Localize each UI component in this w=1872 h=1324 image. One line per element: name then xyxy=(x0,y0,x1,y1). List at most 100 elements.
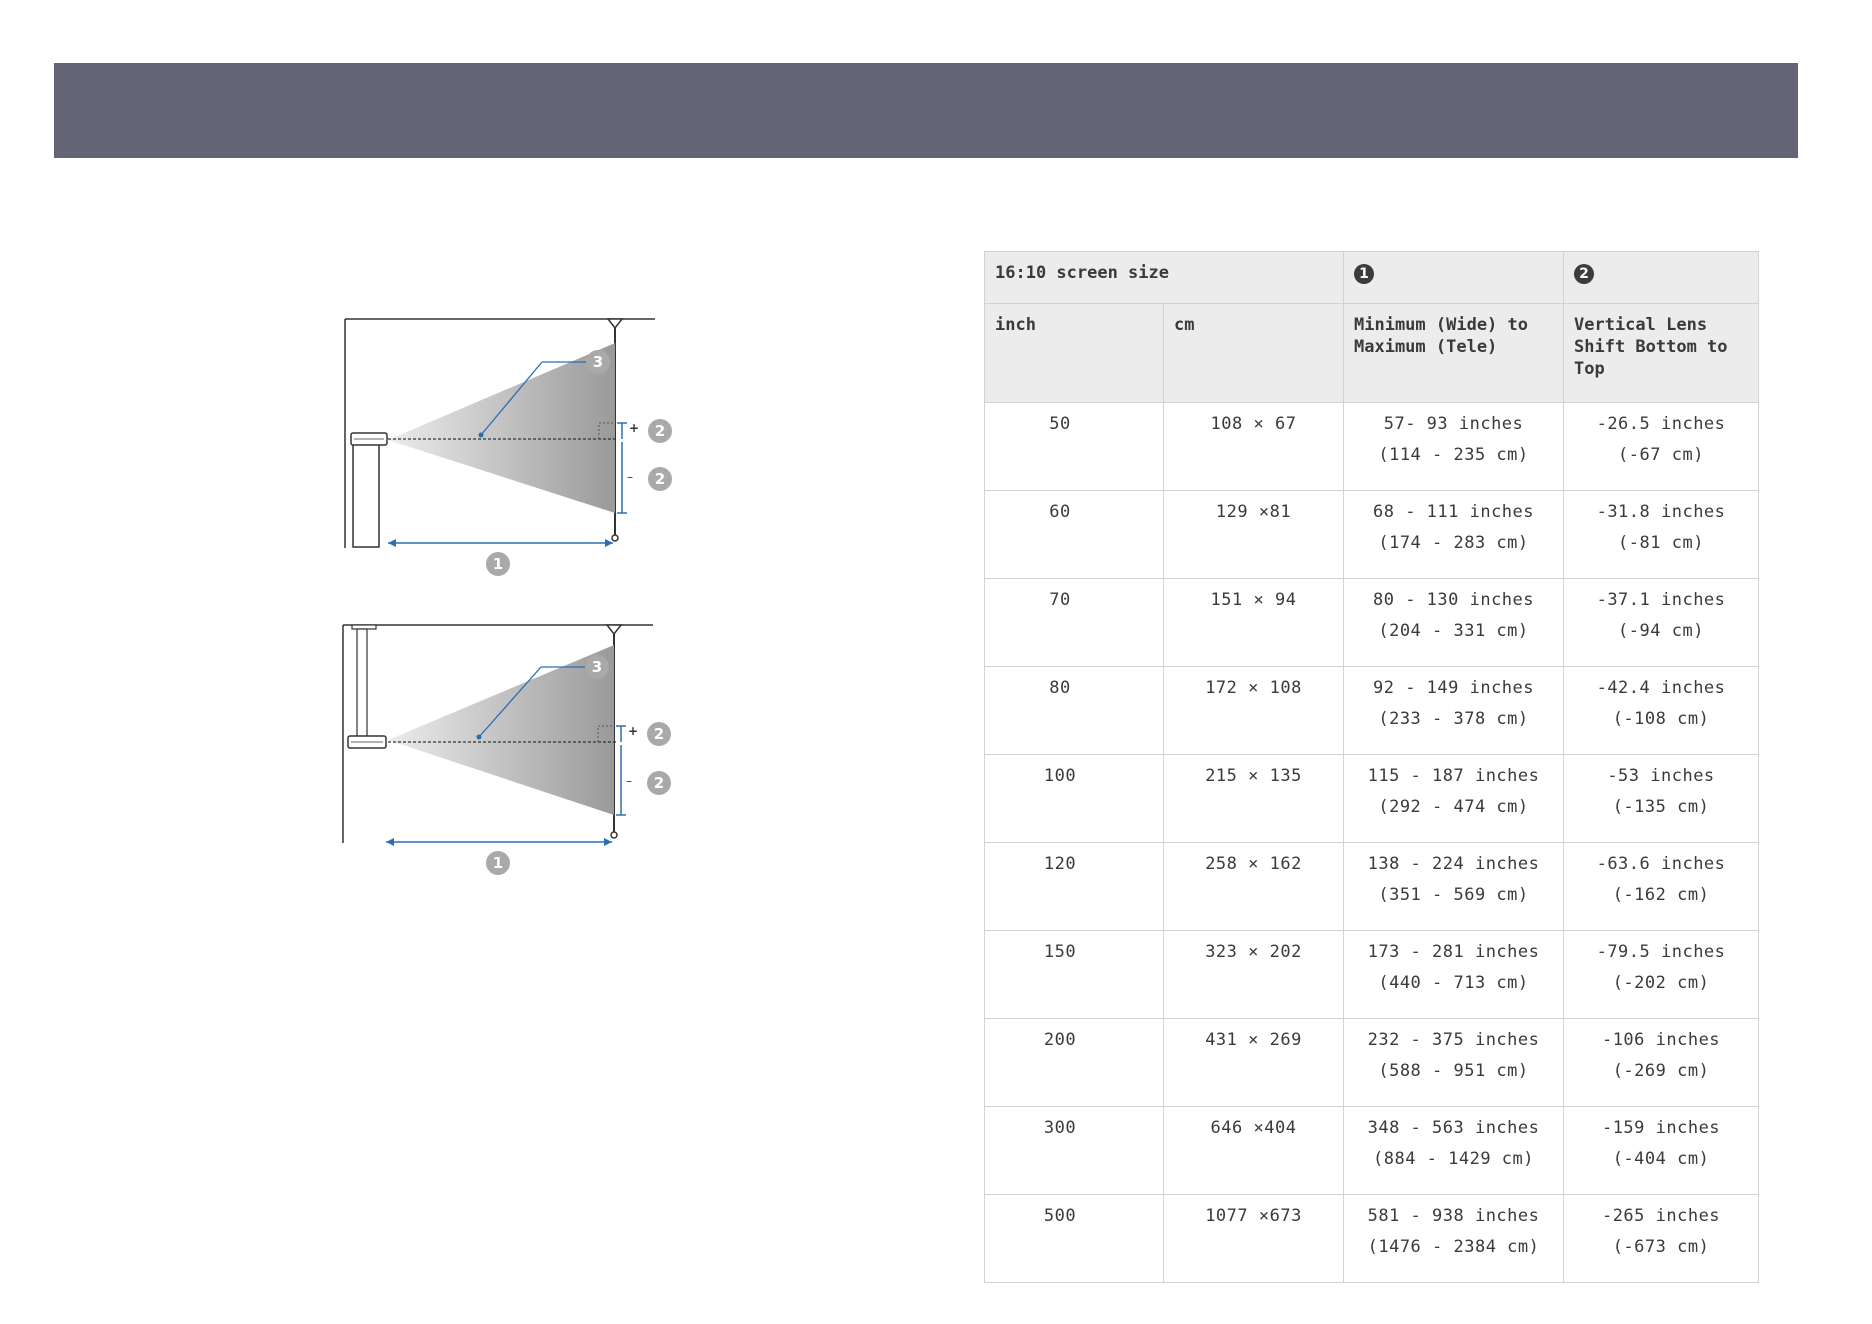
distance-range-cell: 232 - 375 inches (588 - 951 cm) xyxy=(1343,1018,1564,1107)
svg-text:3: 3 xyxy=(592,658,602,676)
inch-cell: 200 xyxy=(984,1018,1164,1107)
lens-shift-cell: -63.6 inches (-162 cm) xyxy=(1563,842,1759,931)
table-row: 100 215 × 135 115 - 187 inches (292 - 474 c… xyxy=(984,754,1759,843)
distance-range-cell: 348 - 563 inches (884 - 1429 cm) xyxy=(1343,1106,1564,1195)
range-cm-value: (204 - 331 cm) xyxy=(1378,621,1529,641)
shift-cm-value: (-673 cm) xyxy=(1612,1237,1710,1257)
range-cm-value: (588 - 951 cm) xyxy=(1378,1061,1529,1081)
table-row: 200 431 × 269 232 - 375 inches (588 - 951 c… xyxy=(984,1018,1759,1107)
inch-cell: 100 xyxy=(984,754,1164,843)
minus-sign: – xyxy=(627,470,633,484)
inch-value: 120 xyxy=(1043,854,1077,874)
inch-value: 50 xyxy=(1049,414,1071,434)
projection-beam xyxy=(388,645,614,815)
table-row: 120 258 × 162 138 - 224 inches (351 - 569 c… xyxy=(984,842,1759,931)
svg-text:2: 2 xyxy=(655,422,665,440)
distance-range-cell: 138 - 224 inches (351 - 569 cm) xyxy=(1343,842,1564,931)
inch-column-header: inch xyxy=(984,303,1164,403)
callout-2-icon: 2 xyxy=(647,722,671,746)
cm-value: 431 × 269 xyxy=(1205,1030,1302,1050)
inch-value: 200 xyxy=(1043,1030,1077,1050)
range-cm-value: (1476 - 2384 cm) xyxy=(1367,1237,1540,1257)
lens-shift-cell: -31.8 inches (-81 cm) xyxy=(1563,490,1759,579)
cm-value: 215 × 135 xyxy=(1205,766,1302,786)
shift-inches-value: -159 inches xyxy=(1601,1118,1721,1138)
range-cm-value: (233 - 378 cm) xyxy=(1378,709,1529,729)
shift-cm-value: (-269 cm) xyxy=(1612,1061,1710,1081)
floor-projection-diagram: + – 3 2 2 1 xyxy=(344,318,672,576)
screen-hanger xyxy=(605,624,623,636)
cm-cell: 172 × 108 xyxy=(1163,666,1344,755)
minus-sign: – xyxy=(626,774,632,788)
range-inches-value: 57- 93 inches xyxy=(1383,414,1524,434)
inch-cell: 120 xyxy=(984,842,1164,931)
screen-bottom-knob xyxy=(610,831,618,839)
lens-shift-cell: -42.4 inches (-108 cm) xyxy=(1563,666,1759,755)
cm-cell: 151 × 94 xyxy=(1163,578,1344,667)
table-row: 150 323 × 202 173 - 281 inches (440 - 713 c… xyxy=(984,930,1759,1019)
inch-cell: 500 xyxy=(984,1194,1164,1283)
inch-value: 60 xyxy=(1049,502,1071,522)
inch-value: 150 xyxy=(1043,942,1077,962)
shift-inches-value: -79.5 inches xyxy=(1596,942,1726,962)
inch-value: 300 xyxy=(1043,1118,1077,1138)
range-inches-value: 115 - 187 inches xyxy=(1367,766,1540,786)
shift-inches-value: -31.8 inches xyxy=(1596,502,1726,522)
cm-cell: 258 × 162 xyxy=(1163,842,1344,931)
shift-inches-value: -53 inches xyxy=(1607,766,1715,786)
screen-size-table: 16:10 screen size 1 2 inch cm Minimum (W… xyxy=(984,251,1759,1283)
cm-cell: 215 × 135 xyxy=(1163,754,1344,843)
distance-range-cell: 92 - 149 inches (233 - 378 cm) xyxy=(1343,666,1564,755)
shift-cm-value: (-162 cm) xyxy=(1612,885,1710,905)
distance-range-cell: 115 - 187 inches (292 - 474 cm) xyxy=(1343,754,1564,843)
callout-2-icon: 2 xyxy=(648,419,672,443)
svg-text:2: 2 xyxy=(654,774,664,792)
shift-inches-value: -42.4 inches xyxy=(1596,678,1726,698)
svg-text:1: 1 xyxy=(493,854,503,872)
shift-inches-value: -26.5 inches xyxy=(1596,414,1726,434)
shift-cm-value: (-404 cm) xyxy=(1612,1149,1710,1169)
distance-range-cell: 80 - 130 inches (204 - 331 cm) xyxy=(1343,578,1564,667)
cm-value: 258 × 162 xyxy=(1205,854,1302,874)
range-inches-value: 92 - 149 inches xyxy=(1372,678,1535,698)
cm-cell: 1077 ×673 xyxy=(1163,1194,1344,1283)
table-row: 50 108 × 67 57- 93 inches (114 - 235 cm) -26… xyxy=(984,402,1759,491)
inch-cell: 150 xyxy=(984,930,1164,1019)
callout-3-icon: 3 xyxy=(585,655,609,679)
svg-text:3: 3 xyxy=(593,353,603,371)
lens-shift-cell: -106 inches (-269 cm) xyxy=(1563,1018,1759,1107)
table-row: 70 151 × 94 80 - 130 inches (204 - 331 cm) -… xyxy=(984,578,1759,667)
inch-value: 500 xyxy=(1043,1206,1077,1226)
screen-bottom-knob xyxy=(611,534,619,542)
inch-value: 80 xyxy=(1049,678,1071,698)
screen-size-header: 16:10 screen size xyxy=(984,251,1344,304)
svg-text:2: 2 xyxy=(655,470,665,488)
table-header-row-1: 16:10 screen size 1 2 xyxy=(984,251,1759,304)
shift-inches-value: -63.6 inches xyxy=(1596,854,1726,874)
table-row: 80 172 × 108 92 - 149 inches (233 - 378 cm)… xyxy=(984,666,1759,755)
range-cm-value: (292 - 474 cm) xyxy=(1378,797,1529,817)
lens-shift-cell: -26.5 inches (-67 cm) xyxy=(1563,402,1759,491)
cm-value: 172 × 108 xyxy=(1205,678,1302,698)
callout-1-icon: 1 xyxy=(1354,264,1374,284)
lens-shift-column-header: Vertical Lens Shift Bottom to Top xyxy=(1563,303,1759,403)
cm-cell: 431 × 269 xyxy=(1163,1018,1344,1107)
range-inches-value: 138 - 224 inches xyxy=(1367,854,1540,874)
table-row: 300 646 ×404 348 - 563 inches (884 - 1429 c… xyxy=(984,1106,1759,1195)
inch-cell: 60 xyxy=(984,490,1164,579)
lens-shift-cell: -159 inches (-404 cm) xyxy=(1563,1106,1759,1195)
range-inches-value: 581 - 938 inches xyxy=(1367,1206,1540,1226)
plus-sign: + xyxy=(629,421,639,435)
distance-range-column-header: Minimum (Wide) to Maximum (Tele) xyxy=(1343,303,1564,403)
shift-inches-value: -106 inches xyxy=(1601,1030,1721,1050)
range-cm-value: (884 - 1429 cm) xyxy=(1372,1149,1535,1169)
cm-value: 129 ×81 xyxy=(1215,502,1292,522)
projection-beam xyxy=(388,343,615,513)
shift-cm-value: (-135 cm) xyxy=(1612,797,1710,817)
projection-distance-header: 1 xyxy=(1343,251,1564,304)
ceiling-projection-diagram: + – 3 2 2 1 xyxy=(342,624,671,875)
lens-shift-cell: -53 inches (-135 cm) xyxy=(1563,754,1759,843)
range-inches-value: 68 - 111 inches xyxy=(1372,502,1535,522)
lens-shift-cell: -79.5 inches (-202 cm) xyxy=(1563,930,1759,1019)
table-body: 50 108 × 67 57- 93 inches (114 - 235 cm) -26… xyxy=(984,402,1759,1283)
